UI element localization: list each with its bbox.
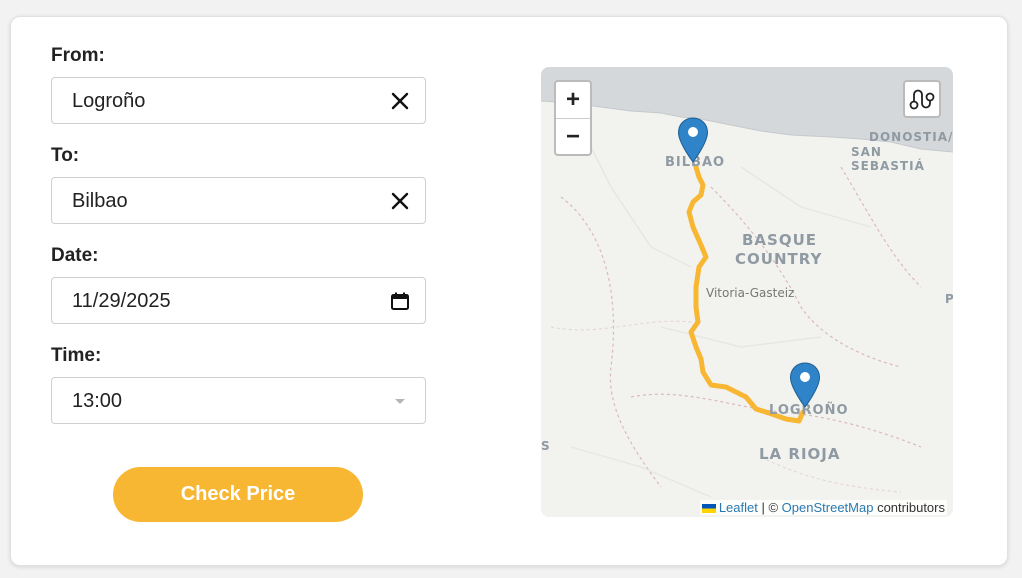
close-icon[interactable] <box>389 90 411 112</box>
chevron-down-icon[interactable] <box>389 390 411 412</box>
leaflet-link[interactable]: Leaflet <box>719 500 758 515</box>
map-label-donostia: DONOSTIA/ <box>869 130 953 144</box>
map-label-la-rioja: LA RIOJA <box>759 445 841 463</box>
to-value: Bilbao <box>72 190 128 212</box>
map-label-edge-p: P <box>945 292 953 306</box>
date-label: Date: <box>51 245 99 266</box>
map-label-country: COUNTRY <box>735 250 823 268</box>
map-label-edge-s: S <box>541 439 551 453</box>
from-value: Logroño <box>72 90 146 112</box>
attribution-separator: | © <box>757 500 782 515</box>
to-field[interactable]: Bilbao <box>51 177 426 224</box>
from-label: From: <box>51 45 105 66</box>
map-label-vitoria: Vitoria-Gasteiz <box>706 286 795 300</box>
zoom-in-button[interactable]: + <box>556 82 590 119</box>
ukraine-flag-icon <box>701 504 716 514</box>
zoom-control: + − <box>554 80 592 156</box>
map-attribution: Leaflet | © OpenStreetMap contributors <box>699 500 947 515</box>
from-field[interactable]: Logroño <box>51 77 426 124</box>
zoom-out-button[interactable]: − <box>556 119 590 155</box>
route-icon[interactable] <box>903 80 941 118</box>
date-field[interactable]: 11/29/2025 <box>51 277 426 324</box>
close-icon[interactable] <box>389 190 411 212</box>
to-label: To: <box>51 145 80 166</box>
calendar-icon[interactable] <box>389 290 411 312</box>
map-label-san-sebastian: SAN SEBASTIÁ <box>851 145 925 173</box>
time-label: Time: <box>51 345 102 366</box>
time-select[interactable]: 13:00 <box>51 377 426 424</box>
attribution-suffix: contributors <box>873 500 945 515</box>
map-marker-icon[interactable] <box>677 117 709 163</box>
map-marker-icon[interactable] <box>789 362 821 408</box>
date-value: 11/29/2025 <box>72 290 171 312</box>
time-value: 13:00 <box>72 390 123 412</box>
check-price-button[interactable]: Check Price <box>113 467 363 522</box>
map-label-basque: BASQUE <box>742 231 818 249</box>
route-map[interactable]: BILBAO DONOSTIA/ SAN SEBASTIÁ BASQUE COU… <box>541 67 953 517</box>
booking-card: From: Logroño To: Bilbao Date: 11/29/202… <box>10 16 1008 566</box>
openstreetmap-link[interactable]: OpenStreetMap <box>782 500 874 515</box>
